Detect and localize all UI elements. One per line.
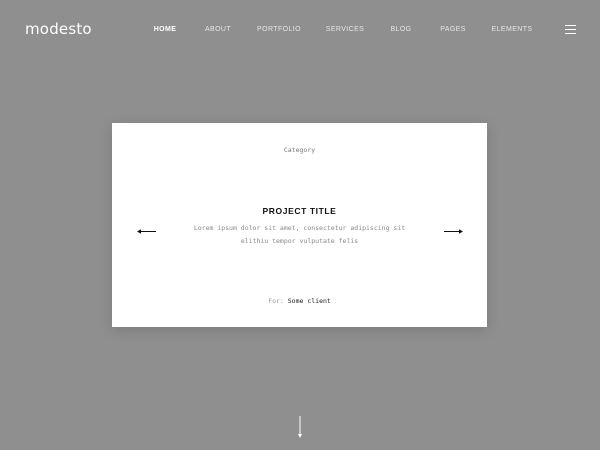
nav-item-home[interactable]: HOME [154,26,177,33]
nav-item-pages[interactable]: PAGES [440,26,466,33]
site-header: modesto HOME ABOUT PORTFOLIO SERVICES BL… [0,0,600,60]
nav-item-blog[interactable]: BLOG [390,26,411,33]
nav-item-about[interactable]: ABOUT [205,26,231,33]
project-slide-card: Category PROJECT TITLE Lorem ipsum dolor… [112,123,487,327]
project-description: Lorem ipsum dolor sit amet, consectetur … [193,224,406,245]
arrow-left-icon[interactable] [137,222,157,234]
project-title[interactable]: PROJECT TITLE [112,206,487,216]
project-category[interactable]: Category [112,146,487,154]
client-name: Some client [287,297,331,305]
arrow-down-icon[interactable] [296,416,304,438]
nav-item-elements[interactable]: ELEMENTS [492,26,533,33]
arrow-right-icon[interactable] [443,222,463,234]
main-nav: HOME ABOUT PORTFOLIO SERVICES BLOG PAGES… [0,26,600,36]
client-label: For: [268,297,284,305]
nav-item-portfolio[interactable]: PORTFOLIO [257,26,301,33]
nav-item-services[interactable]: SERVICES [326,26,364,33]
hamburger-menu-icon[interactable] [565,25,576,34]
project-client: For: Some client [112,297,487,305]
